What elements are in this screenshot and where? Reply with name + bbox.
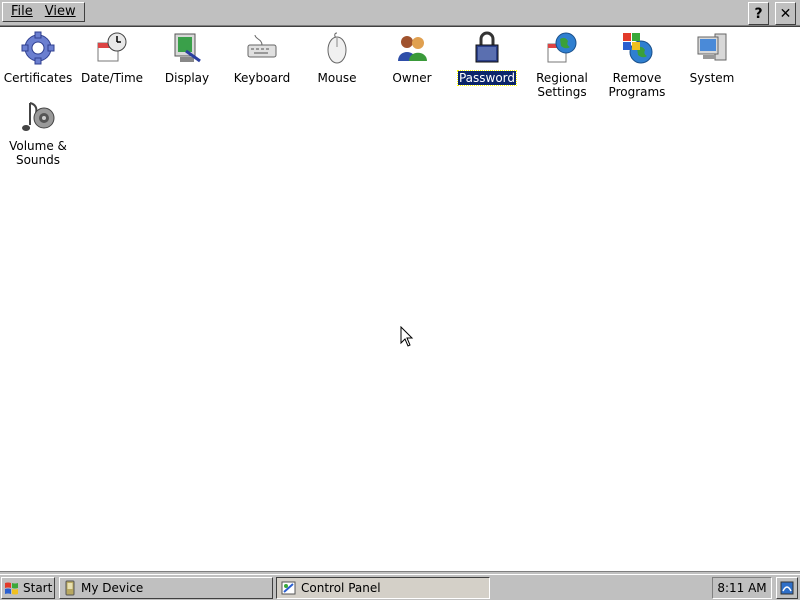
certificates-icon <box>21 31 55 65</box>
item-system[interactable]: System <box>675 31 749 85</box>
item-label: Mouse <box>317 71 357 85</box>
owner-icon <box>398 36 427 61</box>
clock: 8:11 AM <box>712 577 772 599</box>
item-label: Password <box>456 70 518 86</box>
item-volume-sounds[interactable]: Volume & Sounds <box>1 99 75 167</box>
menu-group: File View <box>2 2 85 22</box>
start-button[interactable]: Start <box>1 577 55 599</box>
mouse-cursor-icon <box>400 326 414 347</box>
item-keyboard[interactable]: Keyboard <box>225 31 299 85</box>
menu-view[interactable]: View <box>39 3 82 21</box>
menu-file[interactable]: File <box>5 3 39 21</box>
item-display[interactable]: Display <box>150 31 224 85</box>
help-button[interactable]: ? <box>748 2 769 25</box>
show-desktop-button[interactable] <box>776 577 798 599</box>
item-label: Owner <box>392 71 432 85</box>
display-icon <box>174 33 201 63</box>
close-button[interactable]: ✕ <box>775 2 796 25</box>
task-label: My Device <box>81 581 144 595</box>
item-label: System <box>689 71 735 85</box>
command-bar: File View ? ✕ <box>0 0 800 26</box>
datetime-icon <box>97 32 127 62</box>
volume-sounds-icon <box>22 102 55 131</box>
item-label: Certificates <box>3 71 73 85</box>
item-label: Regional Settings <box>536 71 588 99</box>
start-label: Start <box>23 581 53 595</box>
item-certificates[interactable]: Certificates <box>1 31 75 85</box>
control-panel-icon <box>281 581 296 595</box>
mouse-icon <box>327 32 347 64</box>
item-label: Volume & Sounds <box>9 139 67 167</box>
item-label: Display <box>164 71 210 85</box>
item-regional-settings[interactable]: Regional Settings <box>525 31 599 99</box>
task-my-device[interactable]: My Device <box>59 577 273 599</box>
control-panel-view: Certificates Date/Time Display Keyboard <box>0 26 800 572</box>
task-control-panel[interactable]: Control Panel <box>276 577 490 599</box>
item-label: Remove Programs <box>608 71 666 99</box>
password-icon <box>475 31 499 63</box>
item-mouse[interactable]: Mouse <box>300 31 374 85</box>
system-icon <box>697 33 727 61</box>
desktop-icon <box>780 581 794 595</box>
item-owner[interactable]: Owner <box>375 31 449 85</box>
item-label: Keyboard <box>233 71 291 85</box>
regional-settings-icon <box>547 32 577 63</box>
remove-programs-icon <box>623 33 653 64</box>
taskbar: Start My Device Control Panel 8:11 AM <box>0 574 800 600</box>
keyboard-icon <box>247 34 277 58</box>
task-label: Control Panel <box>301 581 381 595</box>
item-password[interactable]: Password <box>450 31 524 86</box>
windows-logo-icon <box>5 582 18 595</box>
device-icon <box>65 580 75 596</box>
item-remove-programs[interactable]: Remove Programs <box>600 31 674 99</box>
item-date-time[interactable]: Date/Time <box>75 31 149 85</box>
item-label: Date/Time <box>80 71 144 85</box>
